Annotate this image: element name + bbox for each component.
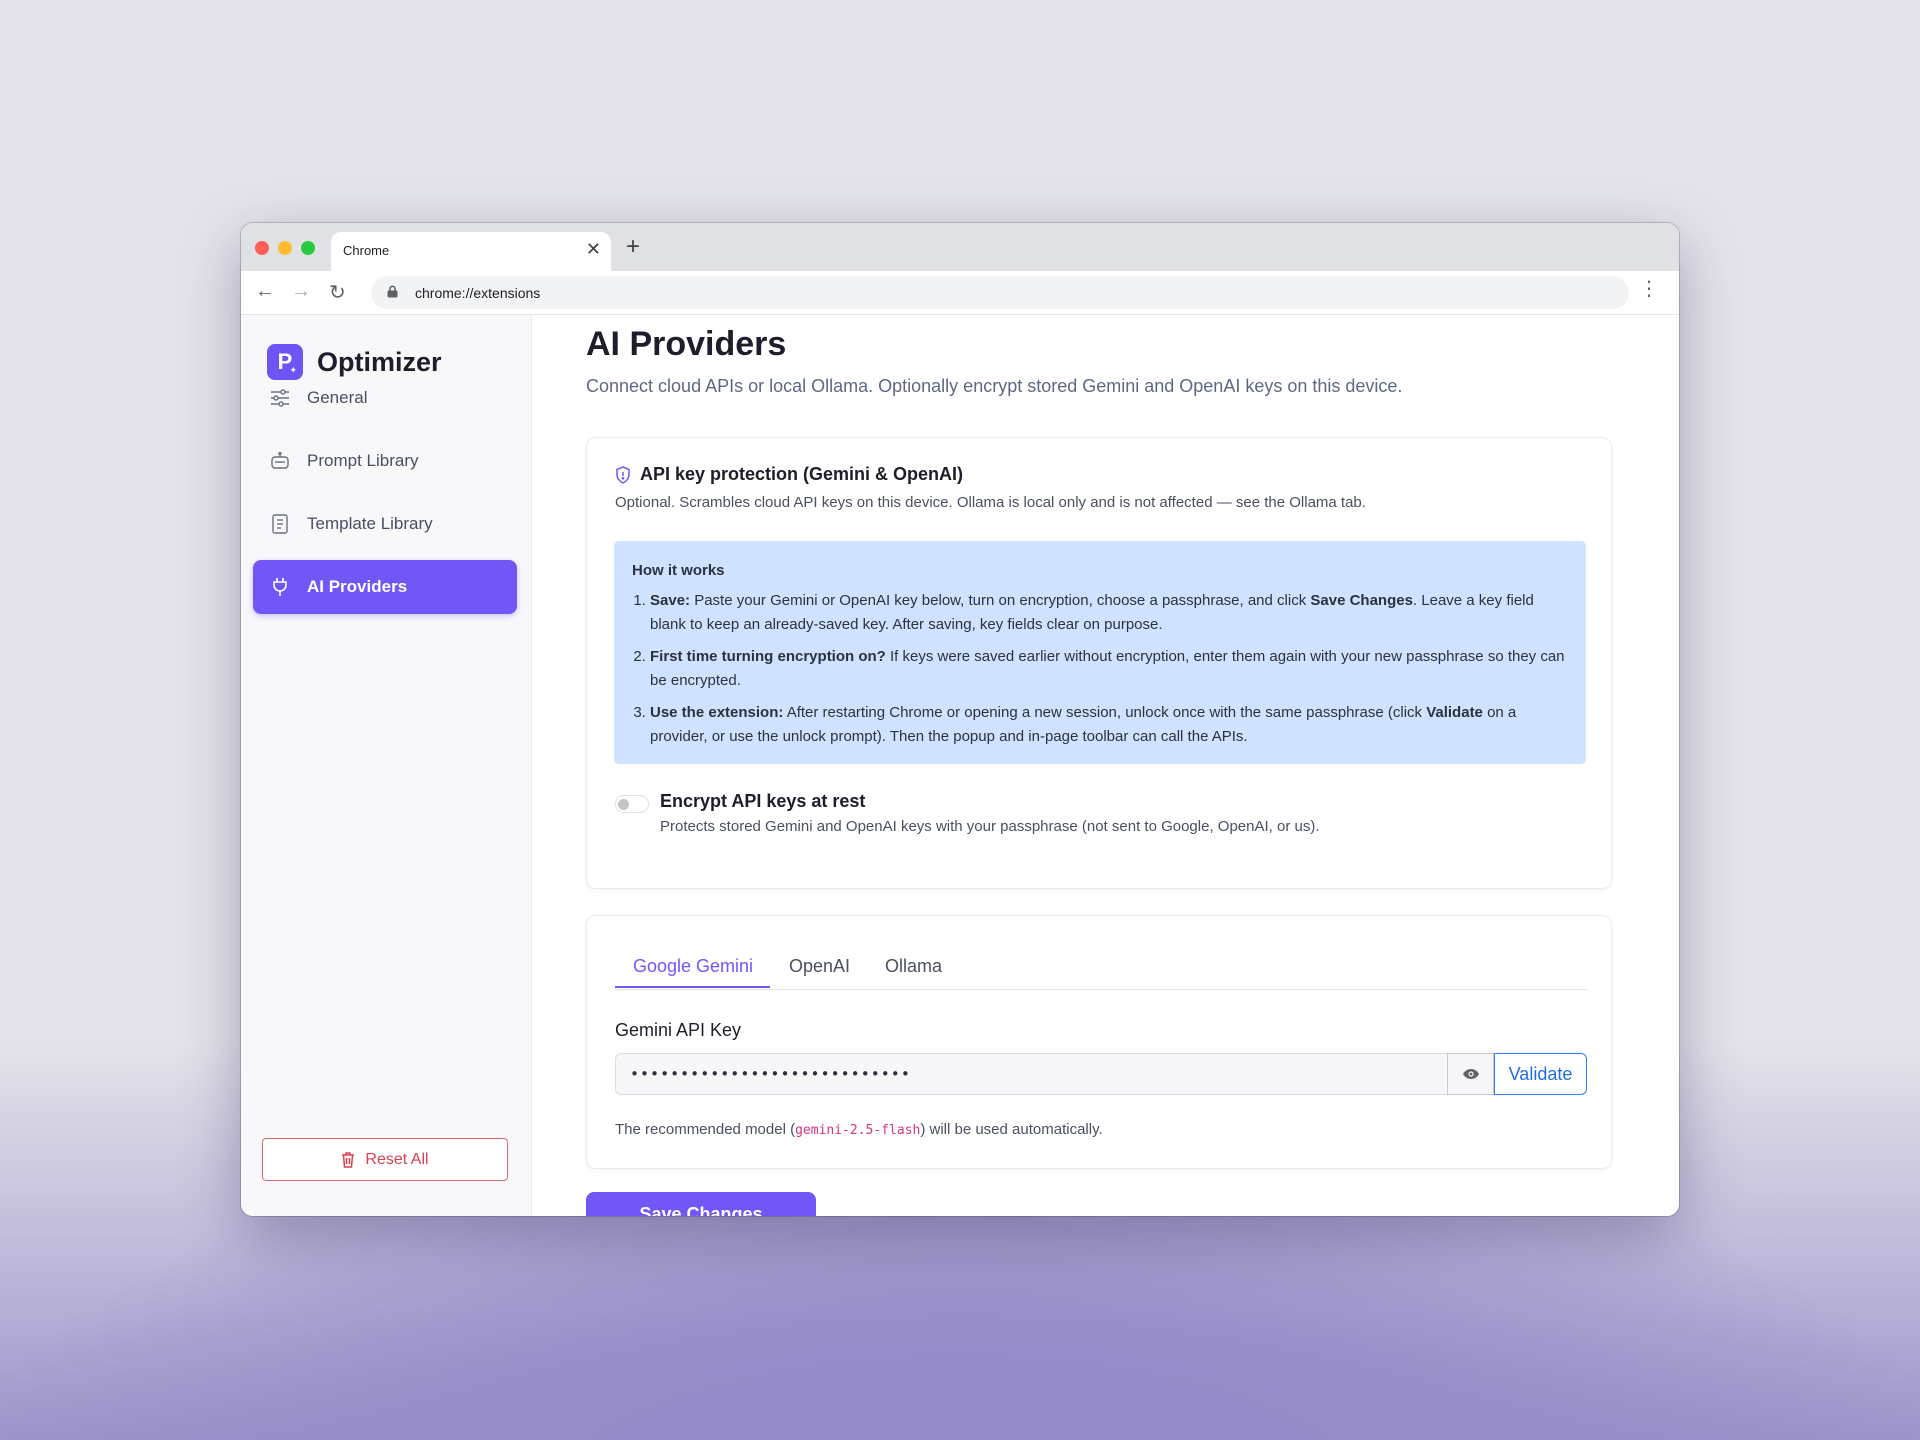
protection-title: API key protection (Gemini & OpenAI) <box>640 464 964 484</box>
minimize-window-button[interactable] <box>278 241 292 255</box>
gemini-key-label: Gemini API Key <box>615 1020 742 1040</box>
tab-title: Chrome <box>343 243 390 258</box>
active-tab-indicator <box>615 986 770 988</box>
how-it-works-list: Save: Paste your Gemini or OpenAI key be… <box>632 589 1568 749</box>
page-title: AI Providers <box>586 325 787 363</box>
tab-google-gemini[interactable]: Google Gemini <box>633 956 753 977</box>
sidebar-item-general[interactable]: General <box>253 371 517 425</box>
sidebar-item-prompt-library[interactable]: Prompt Library <box>253 434 517 488</box>
how-step: First time turning encryption on? If key… <box>650 645 1568 693</box>
tab-openai[interactable]: OpenAI <box>789 956 850 977</box>
how-it-works-title: How it works <box>632 562 725 579</box>
eye-icon <box>1462 1069 1479 1079</box>
reset-all-button[interactable]: Reset All <box>262 1138 508 1181</box>
browser-toolbar: ← → ↻ chrome://extensions ⋮ <box>241 271 1679 315</box>
shield-icon <box>616 465 630 484</box>
sidebar-item-label: AI Providers <box>307 577 408 596</box>
back-icon[interactable]: ← <box>255 280 275 303</box>
forward-icon[interactable]: → <box>291 280 311 303</box>
toggle-knob <box>618 799 629 810</box>
new-tab-button[interactable]: + <box>626 233 640 261</box>
address-bar[interactable]: chrome://extensions <box>371 276 1629 309</box>
sliders-icon <box>269 387 291 409</box>
close-window-button[interactable] <box>255 241 269 255</box>
encrypt-toggle-help: Protects stored Gemini and OpenAI keys w… <box>660 818 1320 835</box>
sidebar-item-label: General <box>307 388 368 407</box>
tab-ollama[interactable]: Ollama <box>885 956 942 977</box>
protection-heading: API key protection (Gemini & OpenAI) <box>615 464 963 485</box>
main-content: AI Providers Connect cloud APIs or local… <box>532 315 1679 1216</box>
model-note: The recommended model (gemini-2.5-flash)… <box>615 1121 1103 1138</box>
browser-menu-icon[interactable]: ⋮ <box>1639 279 1659 299</box>
reset-all-label: Reset All <box>365 1150 429 1168</box>
robot-icon <box>269 450 291 472</box>
tab-bar: Chrome ✕ + <box>241 223 1679 271</box>
trash-icon <box>342 1151 355 1168</box>
tab-close-icon[interactable]: ✕ <box>586 239 601 260</box>
gemini-key-input[interactable]: •••••••••••••••••••••••••••• <box>615 1053 1447 1095</box>
sidebar: P ✦ Optimizer General Prompt Library Tem… <box>241 315 532 1216</box>
document-icon <box>269 513 291 535</box>
browser-tab[interactable]: Chrome ✕ <box>331 232 611 271</box>
protection-description: Optional. Scrambles cloud API keys on th… <box>615 494 1366 511</box>
sidebar-item-template-library[interactable]: Template Library <box>253 497 517 551</box>
sidebar-item-ai-providers[interactable]: AI Providers <box>253 560 517 614</box>
lock-icon <box>387 285 398 298</box>
sidebar-item-label: Prompt Library <box>307 451 419 470</box>
encrypt-toggle-label: Encrypt API keys at rest <box>660 791 866 811</box>
extension-options-page: P ✦ Optimizer General Prompt Library Tem… <box>241 315 1679 1216</box>
page-subtitle: Connect cloud APIs or local Ollama. Opti… <box>586 376 1403 396</box>
save-changes-button[interactable]: Save Changes <box>586 1192 816 1216</box>
browser-window: Chrome ✕ + ← → ↻ chrome://extensions ⋮ P… <box>241 223 1679 1216</box>
how-step: Save: Paste your Gemini or OpenAI key be… <box>650 589 1568 637</box>
provider-tabs: Google Gemini OpenAI Ollama <box>615 944 1587 990</box>
validate-button[interactable]: Validate <box>1494 1053 1587 1095</box>
encrypt-toggle[interactable] <box>615 795 649 813</box>
how-step: Use the extension: After restarting Chro… <box>650 701 1568 749</box>
sidebar-item-label: Template Library <box>307 514 433 533</box>
model-name: gemini-2.5-flash <box>795 1123 921 1138</box>
plug-icon <box>269 576 291 598</box>
provider-settings-card: Google Gemini OpenAI Ollama Gemini API K… <box>586 915 1612 1169</box>
reload-icon[interactable]: ↻ <box>329 280 346 305</box>
url-text: chrome://extensions <box>415 285 541 301</box>
api-key-protection-card: API key protection (Gemini & OpenAI) Opt… <box>586 437 1612 889</box>
maximize-window-button[interactable] <box>301 241 315 255</box>
how-it-works-box: How it works Save: Paste your Gemini or … <box>614 541 1586 764</box>
toggle-visibility-button[interactable] <box>1447 1053 1494 1095</box>
